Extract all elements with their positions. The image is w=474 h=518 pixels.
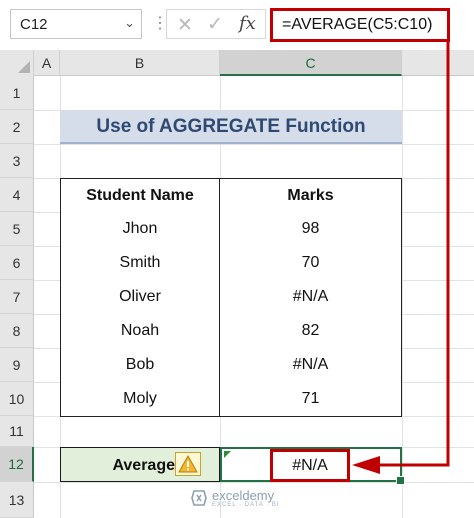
row-header[interactable]: 13 [0,482,34,518]
gridline [34,482,474,483]
average-value: #N/A [292,457,328,474]
average-result-highlight[interactable]: #N/A [270,449,350,482]
student-name-cell[interactable]: Moly [60,382,220,417]
gridline [34,144,474,145]
student-name-cell[interactable]: Noah [60,314,220,349]
fx-icon[interactable]: fx [239,13,256,34]
watermark-tagline: EXCEL · DATA · BI [212,502,280,508]
sheet-title[interactable]: Use of AGGREGATE Function [60,110,402,144]
row-header[interactable]: 8 [0,314,34,348]
student-name-cell[interactable]: Oliver [60,280,220,315]
marks-cell[interactable]: 98 [219,212,402,247]
row-header[interactable]: 6 [0,246,34,280]
error-indicator-icon [224,451,231,458]
name-box-value: C12 [20,16,48,33]
row-header[interactable]: 10 [0,382,34,416]
exceldemy-watermark: exceldemy EXCEL · DATA · BI [190,486,300,512]
watermark-name: exceldemy [212,488,275,503]
row-header[interactable]: 9 [0,348,34,382]
warning-icon[interactable] [175,452,201,476]
student-name-cell[interactable]: Jhon [60,212,220,247]
marks-cell[interactable]: 70 [219,246,402,281]
row-header[interactable]: 3 [0,144,34,178]
exceldemy-logo-icon [191,490,207,506]
marks-cell[interactable]: 71 [219,382,402,417]
row-header[interactable]: 5 [0,212,34,246]
row-header[interactable]: 1 [0,76,34,110]
column-header-c[interactable]: C [220,50,402,76]
average-label: Average [112,457,175,474]
student-name-cell[interactable]: Smith [60,246,220,281]
fill-handle[interactable] [396,476,405,485]
select-all-corner[interactable] [0,50,34,76]
marks-cell[interactable]: #N/A [219,348,402,383]
more-options-icon[interactable]: ⋮ [152,13,168,35]
chevron-down-icon[interactable]: ⌄ [124,15,135,31]
row-header[interactable]: 11 [0,416,34,447]
gridline [402,76,403,518]
student-name-cell[interactable]: Bob [60,348,220,383]
average-label-cell[interactable]: Average [60,447,220,482]
formula-bar-buttons: ✕ ✓ fx [166,9,266,39]
column-header-b[interactable]: B [60,50,220,76]
formula-input[interactable]: =AVERAGE(C5:C10) [270,8,450,42]
formula-text: =AVERAGE(C5:C10) [282,16,433,33]
marks-cell[interactable]: 82 [219,314,402,349]
header-marks[interactable]: Marks [219,178,402,213]
row-header[interactable]: 2 [0,110,34,144]
name-box[interactable]: C12 ⌄ [10,9,142,39]
row-header-active[interactable]: 12 [0,447,34,482]
column-header-a[interactable]: A [34,50,60,76]
header-student-name[interactable]: Student Name [60,178,220,213]
column-header-bar: A B C [0,50,474,76]
row-header[interactable]: 7 [0,280,34,314]
check-icon[interactable]: ✓ [207,13,223,36]
row-header[interactable]: 4 [0,178,34,212]
marks-cell[interactable]: #N/A [219,280,402,315]
cancel-x-icon[interactable]: ✕ [177,14,193,37]
